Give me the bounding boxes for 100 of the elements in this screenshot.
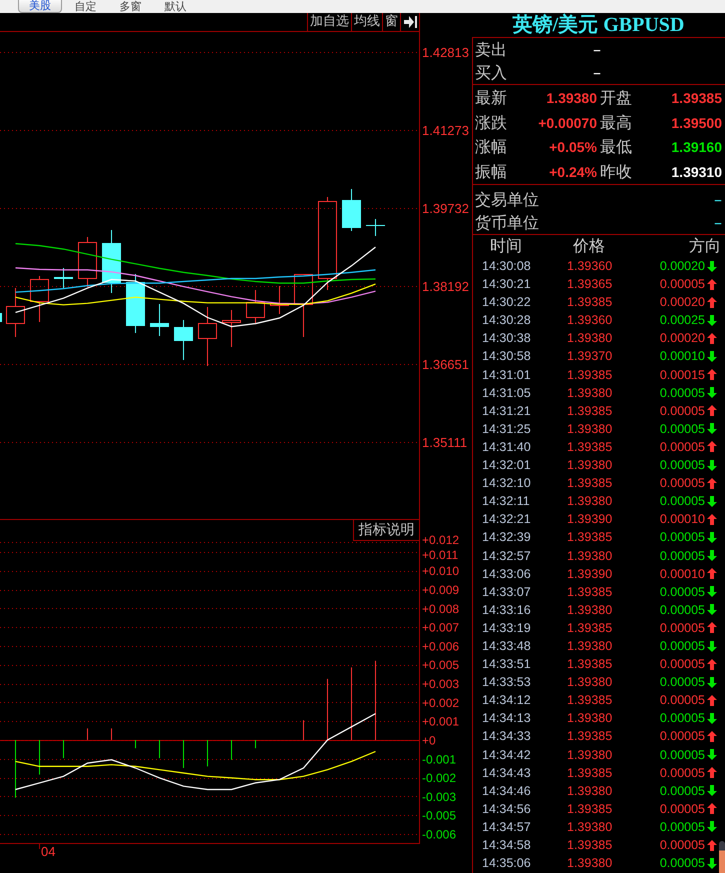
quote-value: – — [593, 39, 602, 61]
tick-time: 14:35:06 — [482, 855, 532, 872]
tick-price: 1.39385 — [567, 837, 614, 854]
tick-time: 14:33:53 — [482, 674, 532, 692]
tick-time: 14:30:38 — [482, 330, 532, 348]
tick-time: 14:33:51 — [482, 656, 532, 674]
tick-price: 1.39380 — [567, 493, 614, 510]
tick-time: 14:31:05 — [482, 384, 532, 402]
tick-price: 1.39385 — [567, 366, 614, 384]
indicator-axis-label: +0.001 — [422, 714, 460, 729]
candlestick — [246, 290, 265, 324]
tick-change: 0.00005 — [658, 457, 705, 474]
toolbar-button[interactable]: 加自选 — [307, 13, 351, 31]
tick-price: 1.39360 — [567, 312, 614, 330]
price-axis-label: 1.35111 — [422, 435, 468, 450]
indicator-axis-label: +0.012 — [422, 532, 460, 547]
toolbar-button[interactable]: 窗 — [382, 13, 400, 31]
candlestick — [0, 313, 2, 322]
up-arrow-icon — [707, 405, 717, 416]
time-axis-label: 04 — [39, 844, 56, 859]
quote-value: 1.39160 — [670, 138, 722, 157]
quote-value: 1.39385 — [670, 89, 722, 108]
quote-value: +0.24% — [548, 162, 597, 182]
toolbar-tab[interactable]: 自定 — [63, 0, 108, 13]
toolbar-tab[interactable]: 多窗 — [108, 0, 153, 13]
tick-time: 14:31:25 — [482, 420, 532, 438]
tick-change: 0.00005 — [658, 692, 705, 710]
tick-price: 1.39380 — [567, 420, 614, 438]
indicator-info-button[interactable]: 指标说明 — [353, 520, 419, 541]
candlestick — [222, 310, 241, 348]
tick-change: 0.00005 — [658, 402, 705, 420]
tick-change: 0.00005 — [658, 764, 705, 782]
tick-change: 0.00025 — [658, 312, 705, 330]
candlestick — [366, 218, 385, 236]
tick-change: 0.00005 — [658, 855, 705, 872]
tick-price: 1.39390 — [567, 566, 614, 583]
down-arrow-icon — [707, 858, 717, 869]
column-header: 时间 — [490, 235, 523, 257]
tick-time: 14:31:21 — [482, 402, 532, 420]
instrument-title: 英镑/美元 GBPUSD — [512, 13, 686, 37]
tick-change: 0.00010 — [658, 348, 705, 366]
scroll-thumb[interactable] — [719, 841, 725, 873]
tick-change: 0.00010 — [658, 566, 705, 583]
tick-change: 0.00005 — [658, 475, 705, 492]
tick-time: 14:34:46 — [482, 782, 532, 800]
tick-change: 0.00005 — [658, 638, 705, 655]
tick-price: 1.39380 — [567, 602, 614, 619]
tick-change: 0.00005 — [658, 438, 705, 456]
tick-change: 0.00005 — [658, 493, 705, 510]
tick-change: 0.00005 — [658, 837, 705, 854]
tick-time: 14:30:08 — [482, 258, 532, 275]
tick-change: 0.00020 — [658, 258, 705, 275]
tick-time: 14:34:56 — [482, 800, 532, 818]
toolbar-button[interactable] — [400, 13, 419, 31]
tick-time: 14:30:22 — [482, 294, 532, 312]
tick-change: 0.00005 — [658, 620, 705, 637]
tick-price: 1.39385 — [567, 475, 614, 492]
indicator-axis-label: +0.002 — [422, 696, 460, 710]
tick-price: 1.39380 — [567, 782, 614, 800]
tick-change: 0.00005 — [658, 602, 705, 619]
candlestick — [6, 288, 25, 338]
tick-price: 1.39385 — [567, 529, 614, 546]
toolbar-tab[interactable]: 默认 — [153, 0, 198, 13]
tick-change: 0.00005 — [658, 656, 705, 674]
indicator-axis-label: +0.003 — [422, 677, 460, 691]
indicator-axis-label: -0.006 — [422, 828, 456, 842]
quote-value: 1.39500 — [670, 114, 722, 132]
tick-change: 0.00020 — [658, 330, 705, 348]
tick-price: 1.39385 — [567, 800, 614, 818]
unit-value: – — [714, 212, 722, 234]
tick-change: 0.00005 — [658, 529, 705, 546]
tick-price: 1.39385 — [567, 692, 614, 710]
quote-label: 振幅 — [475, 160, 507, 182]
column-header: 方向 — [689, 235, 721, 257]
down-arrow-icon — [707, 604, 717, 616]
quote-label: 昨收 — [599, 160, 632, 182]
down-arrow-icon — [707, 712, 717, 724]
down-arrow-icon — [707, 260, 717, 272]
indicator-axis-label: +0.008 — [422, 602, 460, 616]
up-arrow-icon — [707, 840, 717, 851]
down-arrow-icon — [707, 821, 717, 832]
down-arrow-icon — [707, 387, 717, 398]
up-arrow-icon — [707, 767, 717, 778]
tick-change: 0.00005 — [658, 782, 705, 800]
quote-value: – — [593, 62, 602, 84]
indicator-axis-label: +0 — [422, 734, 436, 748]
tick-change: 0.00015 — [658, 366, 705, 384]
up-arrow-icon — [707, 568, 717, 580]
down-arrow-icon — [707, 460, 717, 471]
tick-time: 14:31:01 — [482, 366, 532, 384]
down-arrow-icon — [707, 676, 717, 688]
toolbar-button[interactable]: 均线 — [351, 13, 382, 31]
tick-price: 1.39380 — [567, 638, 614, 655]
tick-time: 14:32:39 — [482, 529, 532, 546]
tick-time: 14:33:16 — [482, 602, 532, 619]
down-arrow-icon — [707, 532, 717, 543]
arrow-to-bar-icon — [404, 16, 416, 28]
tick-price: 1.39360 — [567, 258, 614, 275]
down-arrow-icon — [707, 351, 717, 362]
tick-time: 14:33:07 — [482, 584, 532, 601]
